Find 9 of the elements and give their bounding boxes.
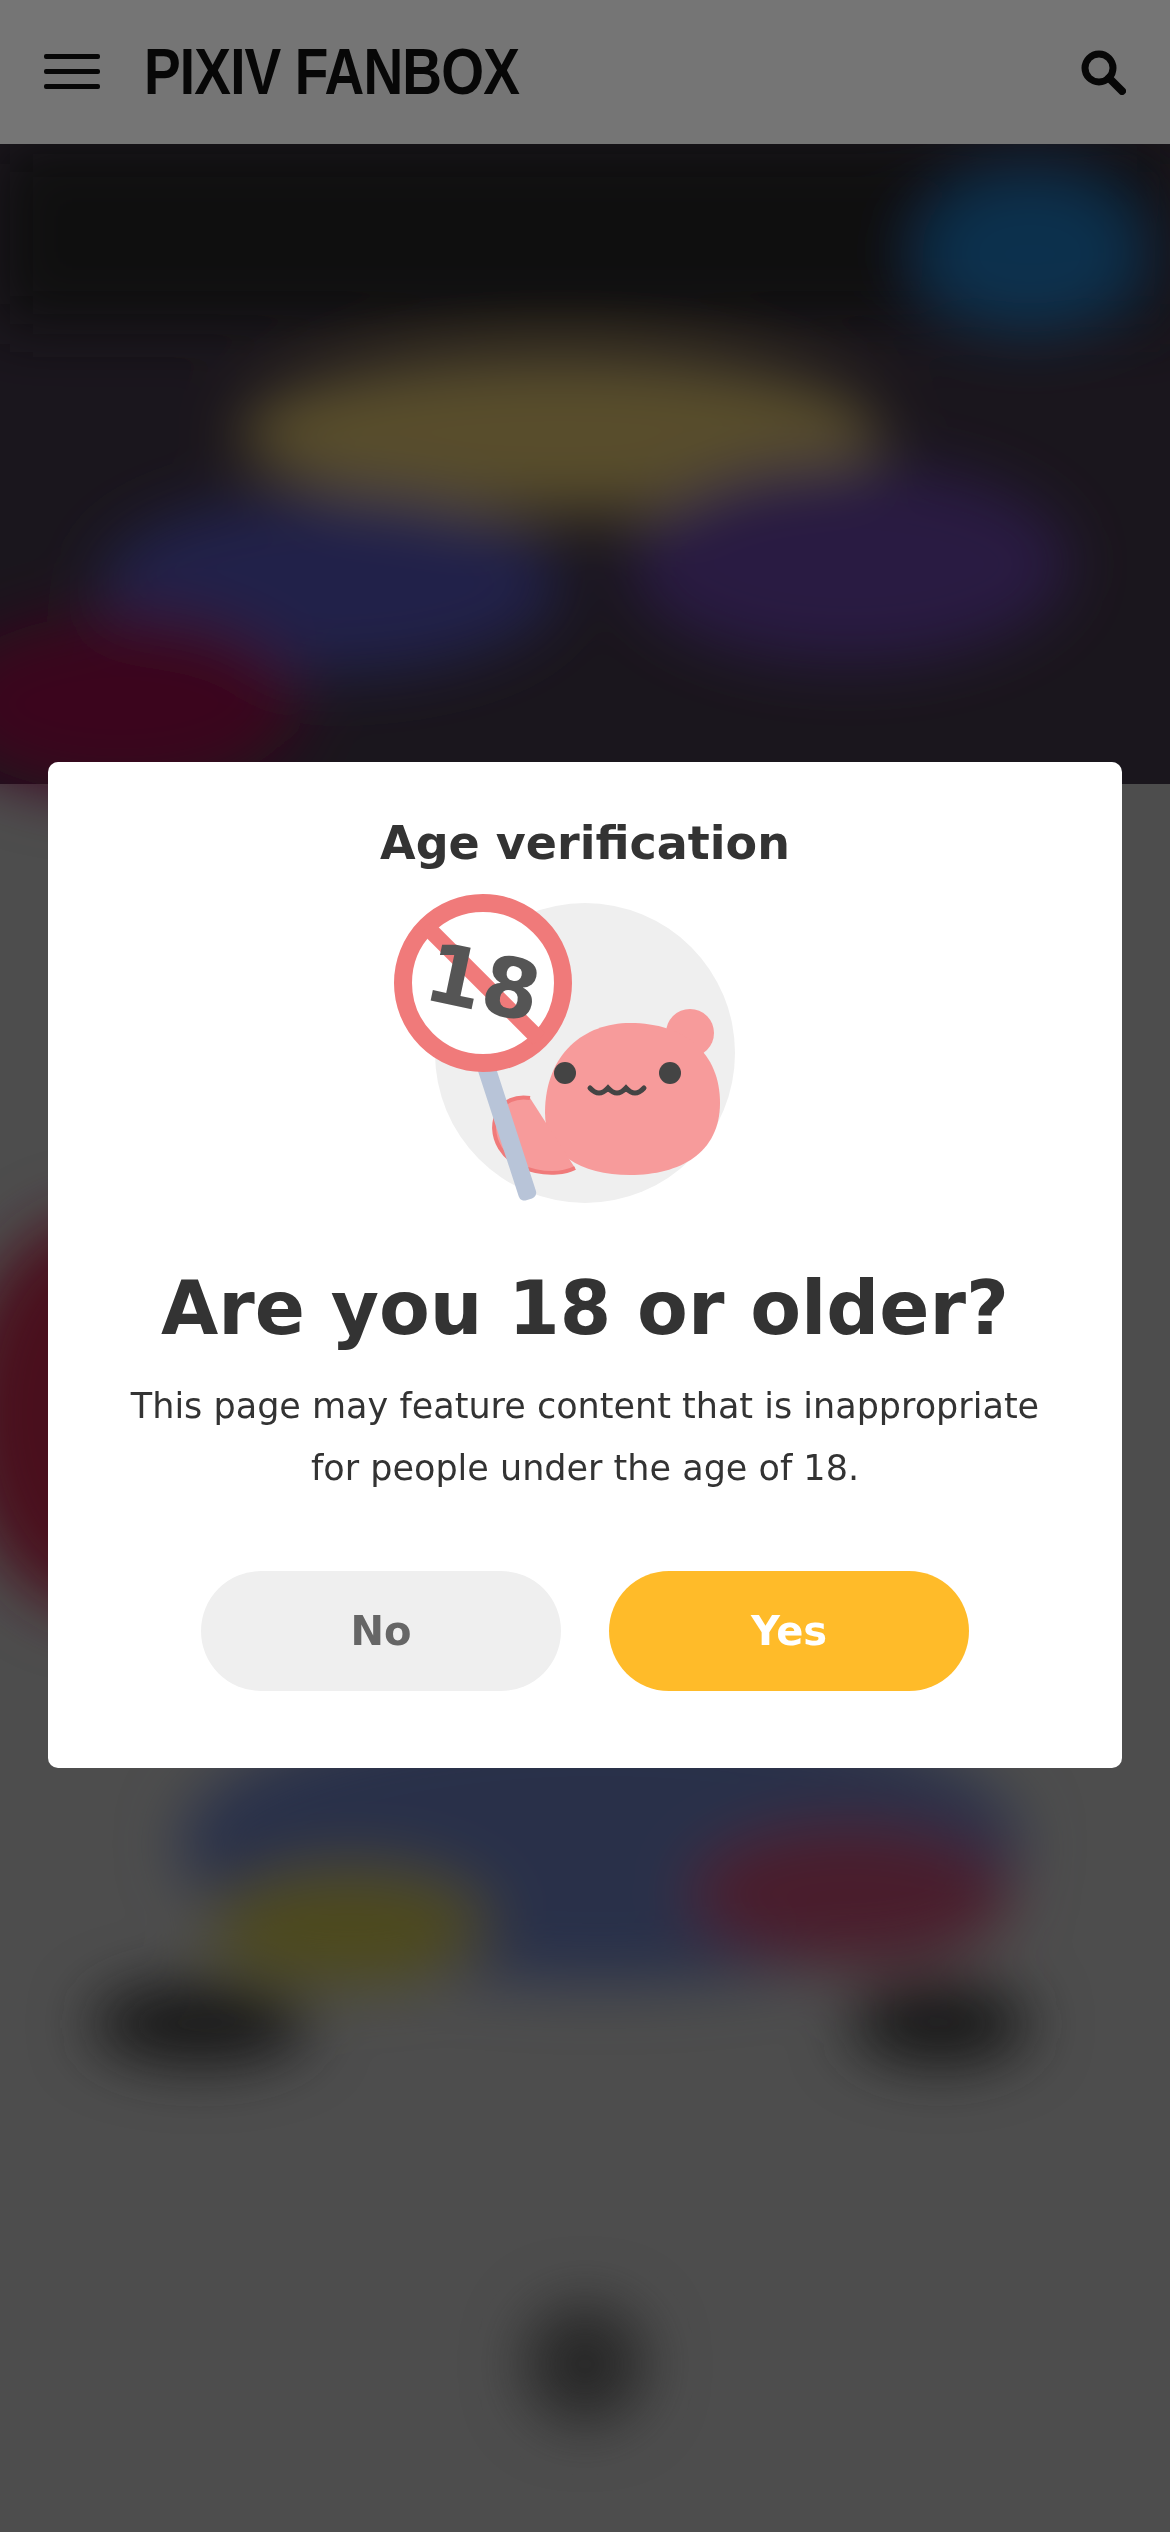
sign-number: 18 [417, 924, 549, 1041]
menu-icon[interactable] [44, 52, 100, 92]
decline-button[interactable]: No [201, 1571, 561, 1691]
search-icon[interactable] [1080, 49, 1126, 95]
dialog-message: This page may feature content that is inappropriate for people under the age of 18. [129, 1385, 1041, 1490]
prohibition-sign-icon [394, 894, 572, 1203]
dialog-title: Age verification [380, 816, 790, 872]
logo[interactable]: PIXIV FANBOX [144, 35, 520, 109]
dialog-heading: Are you 18 or older? [161, 1264, 1009, 1353]
